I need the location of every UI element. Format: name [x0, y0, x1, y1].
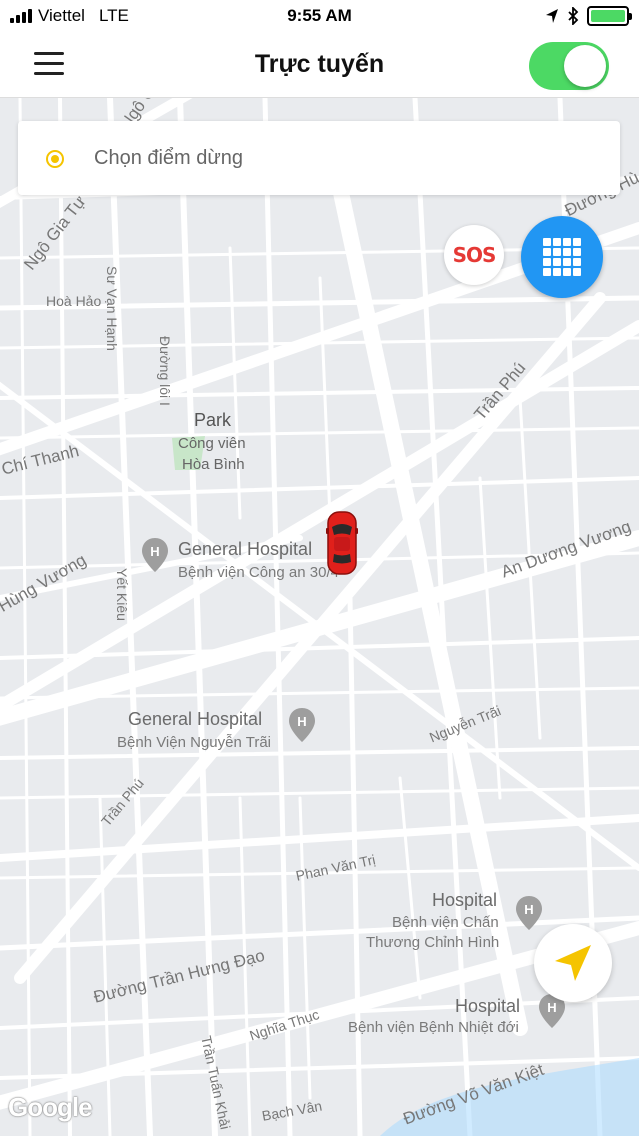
poi-subtitle: Bệnh viện Chấn: [392, 914, 499, 931]
navigation-arrow-icon: [555, 945, 591, 981]
hospital-pin-icon[interactable]: H: [141, 537, 169, 573]
svg-text:H: H: [547, 1000, 556, 1015]
bluetooth-icon: [568, 7, 579, 25]
park-subtitle: Công viên: [178, 435, 246, 452]
grid-menu-button[interactable]: [521, 216, 603, 298]
svg-text:H: H: [150, 544, 159, 559]
battery-icon: [587, 6, 632, 26]
toggle-knob: [564, 45, 606, 87]
clock: 9:55 AM: [287, 6, 352, 25]
my-location-button[interactable]: [534, 924, 612, 1002]
park-title: Park: [194, 410, 232, 430]
search-placeholder: Chọn điểm dừng: [94, 147, 244, 169]
sos-button[interactable]: SOS: [444, 225, 504, 285]
poi-title: Hospital: [455, 996, 521, 1016]
poi-subtitle: Bệnh Viện Nguyễn Trãi: [117, 734, 271, 751]
svg-text:H: H: [297, 714, 306, 729]
hospital-pin-icon[interactable]: H: [288, 707, 316, 743]
google-attribution-logo: Google: [8, 1092, 93, 1122]
street-label: Sư Vạn Hạnh: [104, 266, 120, 351]
poi-title: General Hospital: [178, 539, 313, 559]
street-label: Đường lôi I: [157, 336, 173, 406]
hospital-pin-icon[interactable]: H: [515, 895, 543, 931]
car-marker-icon: [326, 511, 358, 575]
poi-subtitle: Thương Chỉnh Hình: [366, 934, 500, 951]
poi-subtitle: Bệnh viện Công an 30/4: [178, 564, 339, 581]
street-label: Hoà Hảo: [46, 293, 102, 309]
poi-subtitle: Bệnh viện Bệnh Nhiệt đới: [348, 1019, 519, 1036]
street-label: Yết Kiêu: [114, 568, 130, 621]
nav-bar: Trực tuyến: [0, 32, 639, 98]
location-arrow-icon: [546, 9, 558, 23]
poi-title: Hospital: [432, 890, 498, 910]
svg-text:H: H: [524, 902, 533, 917]
online-toggle[interactable]: [529, 42, 609, 90]
status-bar: Viettel LTE 9:55 AM: [0, 0, 639, 32]
location-dot-icon: [46, 150, 64, 168]
stop-search-field[interactable]: Chọn điểm dừng: [18, 121, 620, 195]
grid-icon: [543, 238, 581, 276]
poi-title: General Hospital: [128, 709, 263, 729]
app: Ngô Gia Tự Ngô Gia Tự Sư Vạn Hạnh Hoà Hả…: [0, 0, 639, 1136]
park-subtitle: Hòa Bình: [182, 456, 245, 473]
